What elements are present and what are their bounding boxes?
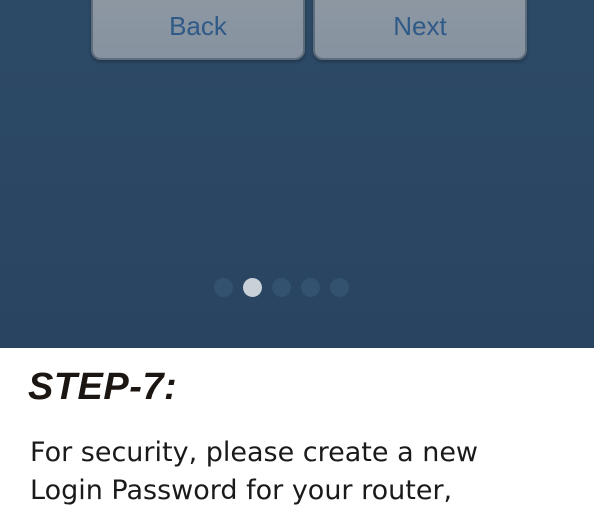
step-description-line-1: For security, please create a new [30,437,479,468]
step-title: STEP-7: [28,366,178,408]
page-dot-5[interactable] [330,278,349,297]
page-dot-1[interactable] [214,278,233,297]
step-description: For security, please create a new Login … [30,434,570,510]
page-indicator [214,278,349,297]
back-button[interactable]: Back [91,0,305,60]
app-screenshot: Back Next [0,0,594,348]
step-description-line-2: Login Password for your router, [30,475,453,506]
page-dot-4[interactable] [301,278,320,297]
instruction-panel: STEP-7: For security, please create a ne… [0,348,594,507]
page-dot-3[interactable] [272,278,291,297]
next-button[interactable]: Next [313,0,527,60]
page-dot-2-active[interactable] [243,278,262,297]
